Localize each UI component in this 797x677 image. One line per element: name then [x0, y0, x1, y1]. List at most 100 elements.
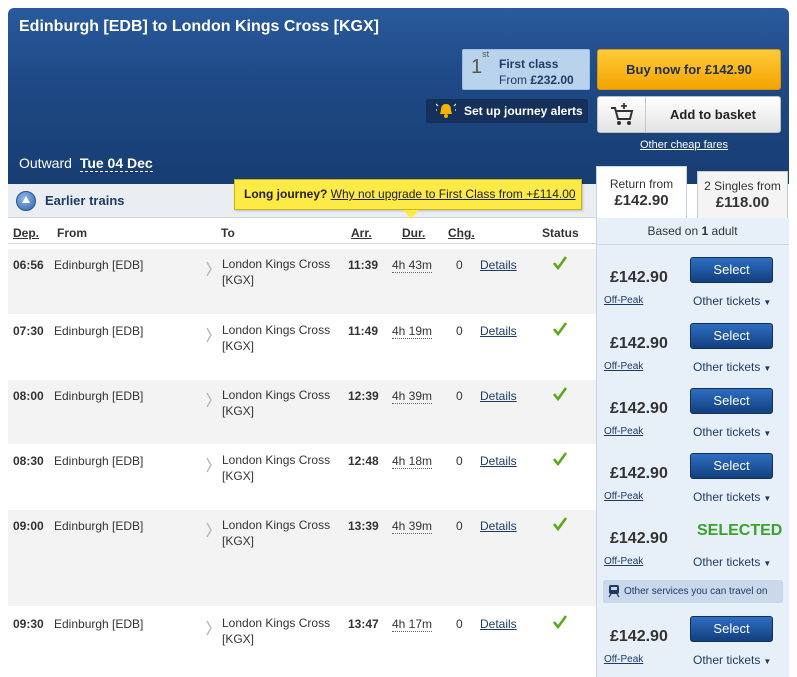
outward-date[interactable]: Tue 04 Dec [79, 155, 153, 172]
chevron-down-icon: ▼ [763, 429, 772, 438]
fare-type-link[interactable]: Off-Peak [604, 426, 643, 437]
destination-station: London Kings Cross [KGX] [222, 518, 331, 548]
other-tickets-dropdown[interactable]: Other tickets ▼ [693, 294, 771, 308]
first-class-option[interactable]: 1st First class From £232.00 [462, 49, 590, 90]
other-tickets-dropdown[interactable]: Other tickets ▼ [693, 425, 771, 439]
fare-type-link[interactable]: Off-Peak [604, 361, 643, 372]
arrival-time: 11:49 [348, 324, 379, 338]
col-header-dur[interactable]: Dur. [402, 226, 425, 240]
fare-type-link[interactable]: Off-Peak [604, 556, 643, 567]
chevron-right-icon [206, 620, 212, 636]
based-on-passengers: Based on 1 adult [596, 218, 789, 245]
details-link[interactable]: Details [480, 617, 517, 631]
train-row: 09:30 Edinburgh [EDB] London Kings Cross [K… [8, 608, 596, 677]
fare-price: £142.90 [610, 628, 668, 645]
other-cheap-fares-link[interactable]: Other cheap fares [640, 139, 728, 151]
earlier-trains-button[interactable]: Earlier trains [16, 191, 125, 211]
journey-header: Edinburgh [EDB] to London Kings Cross [K… [8, 8, 789, 184]
train-icon [608, 585, 620, 598]
other-services-link[interactable]: Other services you can travel on [603, 580, 783, 603]
changes-count: 0 [456, 519, 463, 533]
details-link[interactable]: Details [480, 454, 517, 468]
select-button[interactable]: Select [690, 616, 773, 642]
upgrade-link[interactable]: Why not upgrade to First Class from +£11… [331, 187, 576, 201]
chevron-right-icon [206, 457, 212, 473]
duration: 4h 17m [392, 617, 433, 632]
duration: 4h 18m [392, 454, 433, 469]
train-row: 08:30 Edinburgh [EDB] London Kings Cross [K… [8, 445, 596, 509]
destination-station: London Kings Cross [KGX] [222, 388, 331, 418]
outward-date-row: Outward Tue 04 Dec [19, 155, 153, 172]
select-button[interactable]: Select [690, 257, 773, 283]
train-row: 08:00 Edinburgh [EDB] London Kings Cross [K… [8, 380, 596, 444]
fare-type-link[interactable]: Off-Peak [604, 295, 643, 306]
origin-station: Edinburgh [EDB] [54, 454, 144, 468]
col-header-chg[interactable]: Chg. [448, 226, 475, 240]
return-price: £142.90 [614, 192, 669, 209]
col-header-to: To [221, 226, 235, 240]
return-label: Return from [609, 177, 674, 191]
destination-station: London Kings Cross [KGX] [222, 616, 331, 646]
add-to-basket-button[interactable]: Add to basket [597, 96, 781, 133]
buy-now-button[interactable]: Buy now for £142.90 [597, 49, 781, 90]
arrow-up-icon [16, 191, 36, 211]
fare-type-link[interactable]: Off-Peak [604, 491, 643, 502]
chevron-down-icon: ▼ [763, 298, 772, 307]
other-tickets-dropdown[interactable]: Other tickets ▼ [693, 555, 771, 569]
changes-count: 0 [456, 258, 463, 272]
select-button[interactable]: Select [690, 388, 773, 414]
select-button[interactable]: Select [690, 323, 773, 349]
page-title: Edinburgh [EDB] to London Kings Cross [K… [19, 18, 379, 35]
alerts-label: Set up journey alerts [464, 104, 583, 118]
header-divider [8, 243, 596, 244]
changes-count: 0 [456, 389, 463, 403]
select-button[interactable]: Select [690, 453, 773, 479]
origin-station: Edinburgh [EDB] [54, 258, 144, 272]
fare-price: £142.90 [610, 400, 668, 417]
duration: 4h 39m [392, 389, 433, 404]
chevron-down-icon: ▼ [763, 657, 772, 666]
destination-station: London Kings Cross [KGX] [222, 323, 331, 353]
chevron-right-icon [206, 522, 212, 538]
selected-indicator: SELECTED [697, 522, 783, 539]
changes-count: 0 [456, 454, 463, 468]
origin-station: Edinburgh [EDB] [54, 324, 144, 338]
departure-time: 08:30 [13, 454, 44, 468]
checkmark-icon [553, 256, 567, 270]
col-header-dep[interactable]: Dep. [13, 226, 39, 240]
departure-time: 09:30 [13, 617, 44, 631]
fare-price: £142.90 [610, 269, 668, 286]
chevron-down-icon: ▼ [763, 494, 772, 503]
details-link[interactable]: Details [480, 519, 517, 533]
fare-price: £142.90 [610, 465, 668, 482]
first-class-price: From £232.00 [499, 73, 574, 87]
first-class-badge: 1st [471, 49, 490, 78]
checkmark-icon [553, 387, 567, 401]
upgrade-prefix: Long journey? [244, 187, 328, 201]
chevron-right-icon [206, 392, 212, 408]
arrival-time: 13:47 [348, 617, 379, 631]
other-tickets-dropdown[interactable]: Other tickets ▼ [693, 360, 771, 374]
journey-alerts-button[interactable]: Set up journey alerts [426, 99, 588, 123]
outward-label: Outward [19, 155, 72, 171]
other-tickets-dropdown[interactable]: Other tickets ▼ [693, 490, 771, 504]
tab-return-fare[interactable]: Return from £142.90 [596, 166, 687, 218]
destination-station: London Kings Cross [KGX] [222, 453, 331, 483]
add-to-basket-label: Add to basket [670, 107, 756, 122]
details-link[interactable]: Details [480, 324, 517, 338]
singles-label: 2 Singles from [704, 179, 781, 193]
details-link[interactable]: Details [480, 258, 517, 272]
col-header-arr[interactable]: Arr. [351, 226, 372, 240]
details-link[interactable]: Details [480, 389, 517, 403]
changes-count: 0 [456, 617, 463, 631]
chevron-down-icon: ▼ [763, 559, 772, 568]
other-tickets-dropdown[interactable]: Other tickets ▼ [693, 653, 771, 667]
tab-singles-fare[interactable]: 2 Singles from £118.00 [697, 171, 788, 218]
earlier-trains-label: Earlier trains [45, 193, 125, 208]
checkmark-icon [553, 615, 567, 629]
checkmark-icon [553, 322, 567, 336]
origin-station: Edinburgh [EDB] [54, 617, 144, 631]
singles-price: £118.00 [715, 194, 770, 211]
fare-type-link[interactable]: Off-Peak [604, 654, 643, 665]
duration: 4h 43m [392, 258, 433, 273]
